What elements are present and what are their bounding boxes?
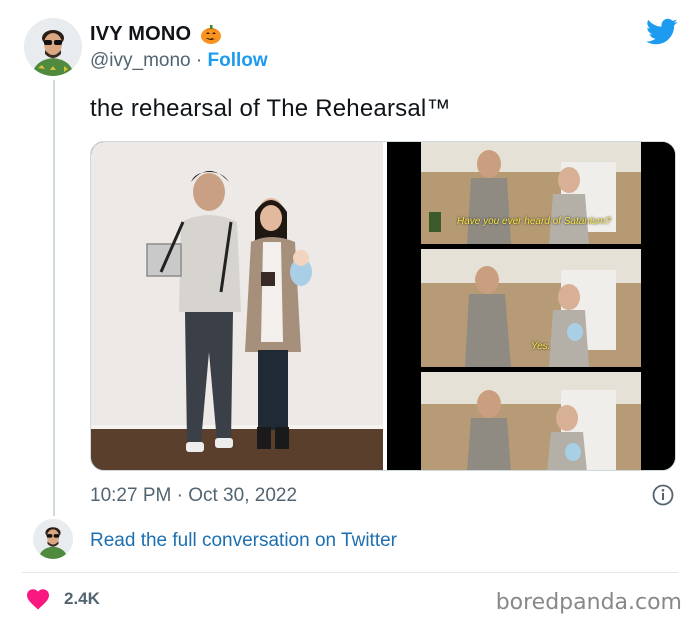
read-full-conversation-link[interactable]: Read the full conversation on Twitter	[90, 530, 397, 552]
still-frame-1	[421, 142, 641, 244]
reply-avatar[interactable]	[33, 519, 73, 559]
pumpkin-icon	[199, 22, 223, 46]
author-avatar[interactable]	[24, 18, 82, 76]
author-handle-row: @ivy_mono · Follow	[90, 50, 268, 72]
footer-divider	[22, 572, 678, 573]
author-name-row: IVY MONO	[90, 22, 223, 46]
tweet-time: 10:27 PM	[90, 485, 172, 506]
handle-separator: ·	[195, 50, 203, 71]
costume-photo	[91, 142, 383, 470]
thread-line	[53, 80, 55, 516]
still-frame-3	[421, 372, 641, 470]
media-collage	[91, 142, 675, 470]
like-count: 2.4K	[64, 589, 100, 608]
tweet-timestamp[interactable]: 10:27 PM · Oct 30, 2022	[90, 485, 297, 507]
author-name[interactable]: IVY MONO	[90, 23, 191, 46]
tweet-media[interactable]: Have you ever heard of Satanism? Yes.	[90, 141, 676, 471]
tweet-text: the rehearsal of The Rehearsal™	[90, 95, 451, 122]
follow-button[interactable]: Follow	[208, 50, 268, 71]
tweet-date: Oct 30, 2022	[188, 485, 298, 506]
twitter-bird-icon[interactable]	[646, 18, 678, 46]
author-handle[interactable]: @ivy_mono	[90, 50, 191, 71]
boredpanda-watermark: boredpanda.com	[495, 590, 682, 615]
info-icon[interactable]	[652, 484, 674, 506]
heart-icon[interactable]	[26, 588, 50, 610]
subtitle-1: Have you ever heard of Satanism?	[457, 216, 611, 227]
timestamp-separator: ·	[176, 485, 183, 506]
subtitle-2: Yes.	[531, 341, 551, 352]
